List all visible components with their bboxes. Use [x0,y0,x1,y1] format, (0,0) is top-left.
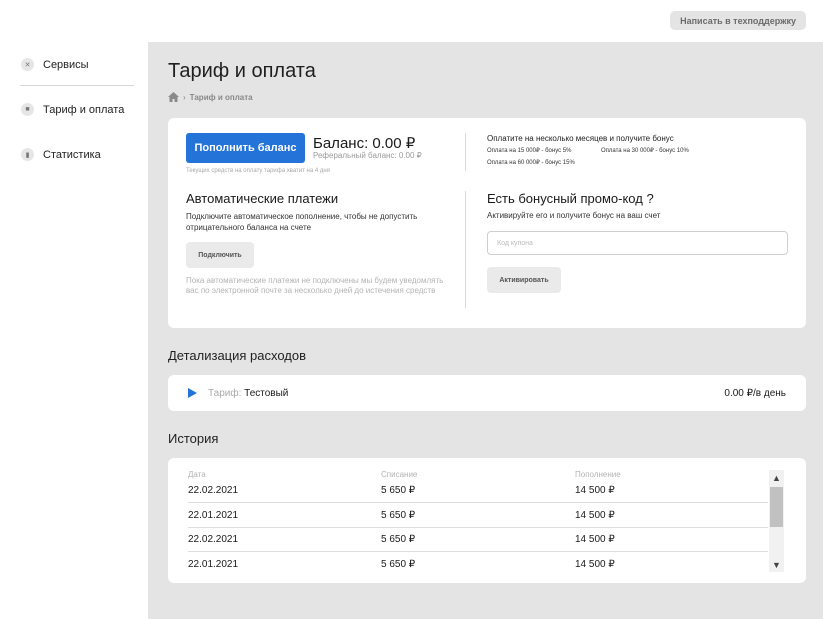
tariff-name: Тестовый [244,388,289,399]
table-row: 22.02.2021 5 650 ₽ 14 500 ₽ [188,528,768,552]
sidebar-item-label: Статистика [43,148,101,161]
scroll-down-icon[interactable]: ▼ [769,557,784,572]
chevron-right-icon: › [183,92,186,102]
bonus-line: Оплата на 15 000₽ - бонус 5% [487,148,572,154]
referral-balance: Реферальный баланс: 0.00 ₽ [313,151,422,160]
table-row: 22.01.2021 5 650 ₽ 14 500 ₽ [188,553,768,577]
balance-hint: Текущих средств на оплату тарифа хватит … [186,168,330,174]
sidebar-item-services[interactable]: ✕ Сервисы [21,58,89,71]
table-row: 22.02.2021 5 650 ₽ 14 500 ₽ [188,479,768,503]
promo-title: Есть бонусный промо-код ? [487,191,654,206]
history-card: Дата Списание Пополнение 22.02.2021 5 65… [168,458,806,583]
tariff-card: Тариф: Тестовый 0.00 ₽/в день [168,375,806,411]
activate-button[interactable]: Активировать [487,267,561,293]
sidebar-item-label: Сервисы [43,58,89,71]
bonus-title: Оплатите на несколько месяцев и получите… [487,134,674,143]
cell-date: 22.01.2021 [188,510,239,521]
bar-chart-icon: ▮ [21,148,34,161]
history-title: История [168,431,219,446]
vertical-divider [465,133,466,171]
balance-value: Баланс: 0.00 ₽ [313,135,416,152]
connect-button[interactable]: Подключить [186,242,254,268]
history-scrollbar[interactable]: ▲ ▼ [769,470,784,572]
cell-debit: 5 650 ₽ [381,559,416,570]
sidebar-divider [20,85,134,86]
cell-debit: 5 650 ₽ [381,534,416,545]
vertical-divider [465,191,466,308]
column-header-credit: Пополнение [575,470,621,479]
cell-credit: 14 500 ₽ [575,534,615,545]
column-header-date: Дата [188,470,206,479]
home-icon[interactable] [168,92,179,102]
cell-date: 22.02.2021 [188,534,239,545]
promo-description: Активируйте его и получите бонус на ваш … [487,211,661,220]
column-header-debit: Списание [381,470,418,479]
tariff-label: Тариф: Тестовый [208,388,288,399]
bonus-line: Оплата на 60 000₽ - бонус 15% [487,160,575,166]
cell-credit: 14 500 ₽ [575,485,615,496]
scroll-thumb[interactable] [770,487,783,527]
autopay-description: Подключите автоматическое пополнение, чт… [186,212,418,232]
tariff-prefix: Тариф: [208,388,242,399]
cell-date: 22.02.2021 [188,485,239,496]
table-row: 22.01.2021 5 650 ₽ 14 500 ₽ [188,504,768,528]
autopay-title: Автоматические платежи [186,191,339,206]
promo-code-input[interactable]: Код купона [487,231,788,255]
cell-debit: 5 650 ₽ [381,485,416,496]
sidebar: ✕ Сервисы ■ Тариф и оплата ▮ Статистика [0,42,148,619]
breadcrumb-current: Тариф и оплата [189,92,253,102]
main-content: Тариф и оплата › Тариф и оплата Пополнит… [148,42,823,619]
page-title: Тариф и оплата [168,60,316,82]
tariff-price: 0.00 ₽/в день [724,388,786,399]
wallet-icon: ■ [21,103,34,116]
breadcrumb: › Тариф и оплата [168,92,253,102]
scroll-up-icon[interactable]: ▲ [769,470,784,485]
sidebar-item-statistics[interactable]: ▮ Статистика [21,148,101,161]
sidebar-item-billing[interactable]: ■ Тариф и оплата [21,103,124,116]
tools-icon: ✕ [21,58,34,71]
billing-card: Пополнить баланс Баланс: 0.00 ₽ Рефераль… [168,118,806,328]
expenses-title: Детализация расходов [168,348,307,363]
support-button[interactable]: Написать в техподдержку [670,11,806,30]
cell-debit: 5 650 ₽ [381,510,416,521]
top-bar: Написать в техподдержку [0,0,823,42]
autopay-note: Пока автоматические платежи не подключен… [186,276,444,295]
cell-credit: 14 500 ₽ [575,510,615,521]
sidebar-item-label: Тариф и оплата [43,103,125,116]
cell-credit: 14 500 ₽ [575,559,615,570]
expand-icon[interactable] [188,388,197,398]
topup-button[interactable]: Пополнить баланс [186,133,305,163]
bonus-line: Оплата на 30 000₽ - бонус 10% [601,148,689,154]
cell-date: 22.01.2021 [188,559,239,570]
